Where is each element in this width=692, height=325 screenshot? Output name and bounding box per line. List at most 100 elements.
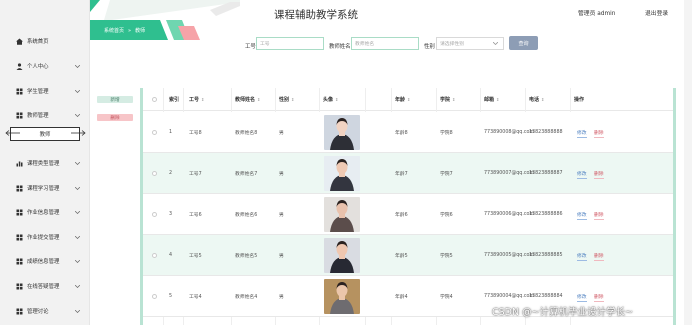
sidebar-item-3[interactable]: 学生管理 xyxy=(0,80,90,102)
delete-button[interactable]: 删除 xyxy=(594,211,604,220)
sidebar-item-6[interactable]: 课程学习管理 xyxy=(0,177,90,199)
job-no-input[interactable]: 工号 xyxy=(256,37,324,50)
chevron-down-icon xyxy=(75,284,80,288)
edit-button[interactable]: 修改 xyxy=(577,129,587,138)
column-header-gender[interactable]: 性别 ⇕ xyxy=(279,88,319,111)
page-scrollbar[interactable] xyxy=(684,0,692,325)
sidebar-item-8[interactable]: 作业提交管理 xyxy=(0,226,90,248)
home-icon xyxy=(16,38,23,45)
column-header-label: 邮箱 xyxy=(484,97,495,103)
arrow-left-icon xyxy=(5,130,20,136)
breadcrumb: 系统首页 » 教师 xyxy=(104,27,145,34)
sort-icon[interactable]: ⇕ xyxy=(452,97,455,102)
sidebar-item-4[interactable]: 教师管理 xyxy=(0,104,90,126)
sidebar-item-label: 成绩信息管理 xyxy=(27,259,60,265)
column-header-age[interactable]: 年龄 ⇕ xyxy=(395,88,435,111)
sort-icon[interactable]: ⇕ xyxy=(201,97,204,102)
breadcrumb-separator: » xyxy=(128,28,132,34)
cell-gender: 男 xyxy=(279,254,284,259)
teacher-table: 索引 工号 ⇕ 教师姓名 ⇕ 性别 ⇕ 头像 ⇕ 年龄 ⇕ 学院 ⇕ 邮箱 ⇕ 电话 ⇕ 操作 1 工号8 教师姓名8 男… xyxy=(140,88,676,325)
sidebar-item-1[interactable]: 系统首页 xyxy=(0,30,90,52)
teacher-avatar xyxy=(324,156,360,191)
column-header-label: 电话 xyxy=(529,97,540,103)
column-header-college[interactable]: 学院 ⇕ xyxy=(440,88,480,111)
row-checkbox[interactable] xyxy=(152,130,157,135)
grid-icon xyxy=(16,185,23,191)
chevron-down-icon xyxy=(75,186,80,190)
sort-icon[interactable]: ⇕ xyxy=(496,97,499,102)
sidebar-item-label: 课程类型管理 xyxy=(27,161,60,167)
cell-job-no: 工号7 xyxy=(189,172,202,177)
row-checkbox[interactable] xyxy=(152,212,157,217)
cell-phone: 13823888885 xyxy=(529,253,563,258)
cell-email: 773890005@qq.com xyxy=(484,253,535,258)
sidebar-item-10[interactable]: 在线答疑管理 xyxy=(0,275,90,297)
sidebar-item-label: 管理讨论 xyxy=(27,309,49,315)
grid-icon xyxy=(16,258,23,264)
delete-button[interactable]: 删除 xyxy=(594,170,604,179)
sidebar-item-9[interactable]: 成绩信息管理 xyxy=(0,250,90,272)
grid-icon xyxy=(16,283,23,289)
sidebar-item-label: 在线答疑管理 xyxy=(27,284,60,290)
chevron-down-icon xyxy=(75,309,80,313)
sort-icon[interactable]: ⇕ xyxy=(407,97,410,102)
cell-phone: 13823888888 xyxy=(529,130,563,135)
select-all-checkbox[interactable] xyxy=(152,97,157,102)
sort-icon[interactable]: ⇕ xyxy=(257,97,260,102)
gender-select[interactable]: 请选择性别 xyxy=(436,37,504,50)
add-button[interactable]: 新增 xyxy=(97,96,133,103)
row-checkbox[interactable] xyxy=(152,253,157,258)
edit-button[interactable]: 修改 xyxy=(577,252,587,261)
cell-gender: 男 xyxy=(279,213,284,218)
current-user-label: 管理员 admin xyxy=(578,11,616,17)
chevron-down-icon xyxy=(493,42,498,45)
sort-icon[interactable]: ⇕ xyxy=(541,97,544,102)
column-header-email[interactable]: 邮箱 ⇕ xyxy=(484,88,524,111)
cell-phone: 13823888887 xyxy=(529,171,563,176)
column-header-label: 头像 xyxy=(323,97,334,103)
sidebar-item-11[interactable]: 管理讨论 xyxy=(0,300,90,322)
delete-button[interactable]: 删除 xyxy=(594,252,604,261)
edit-button[interactable]: 修改 xyxy=(577,170,587,179)
grid-icon xyxy=(16,234,23,240)
breadcrumb-current: 教师 xyxy=(135,28,146,34)
sidebar: 系统首页个人中心学生管理教师管理课程类型管理课程学习管理作业信息管理作业提交管理… xyxy=(0,0,90,325)
sort-icon[interactable]: ⇕ xyxy=(335,97,338,102)
sidebar-item-label: 作业信息管理 xyxy=(27,210,60,216)
delete-button[interactable]: 删除 xyxy=(594,129,604,138)
table-row[interactable]: 1 工号8 教师姓名8 男年龄8 学院8 773890008@qq.com 13823888… xyxy=(143,112,673,153)
search-button[interactable]: 查询 xyxy=(509,36,538,50)
sidebar-item-7[interactable]: 作业信息管理 xyxy=(0,201,90,223)
table-row[interactable]: 3 工号6 教师姓名6 男年龄6 学院6 773890006@qq.com 13823888… xyxy=(143,194,673,235)
cell-job-no: 工号5 xyxy=(189,254,202,259)
sidebar-item-5[interactable]: 课程类型管理 xyxy=(0,152,90,174)
cell-college: 学院6 xyxy=(440,213,453,218)
column-header-label: 索引 xyxy=(169,97,180,103)
breadcrumb-home[interactable]: 系统首页 xyxy=(104,28,124,34)
sidebar-item-2[interactable]: 个人中心 xyxy=(0,55,90,77)
row-checkbox[interactable] xyxy=(152,171,157,176)
row-checkbox[interactable] xyxy=(152,294,157,299)
column-header-phone[interactable]: 电话 ⇕ xyxy=(529,88,569,111)
edit-button[interactable]: 修改 xyxy=(577,293,587,302)
cell-teacher-name: 教师姓名6 xyxy=(235,213,258,218)
cell-teacher-name: 教师姓名4 xyxy=(235,295,258,300)
table-row[interactable]: 2 工号7 教师姓名7 男年龄7 学院7 773890007@qq.com 13823888… xyxy=(143,153,673,194)
logout-link[interactable]: 退出登录 xyxy=(645,8,668,17)
edit-button[interactable]: 修改 xyxy=(577,211,587,220)
column-header-teacher-name[interactable]: 教师姓名 ⇕ xyxy=(235,88,275,111)
delete-button[interactable]: 删除 xyxy=(594,293,604,302)
cell-email: 773890008@qq.com xyxy=(484,130,535,135)
table-header: 索引 工号 ⇕ 教师姓名 ⇕ 性别 ⇕ 头像 ⇕ 年龄 ⇕ 学院 ⇕ 邮箱 ⇕ 电话 ⇕ 操作 xyxy=(143,88,673,111)
sort-icon[interactable]: ⇕ xyxy=(291,97,294,102)
column-header-photo[interactable]: 头像 ⇕ xyxy=(323,88,363,111)
table-row[interactable]: 4 工号5 教师姓名5 男年龄5 学院5 773890005@qq.com 13823888… xyxy=(143,235,673,276)
batch-delete-button[interactable]: 删除 xyxy=(97,114,133,121)
column-header-label: 性别 xyxy=(279,97,290,103)
csdn-watermark: CSDN @~计算机毕业设计学长~ xyxy=(492,307,634,318)
cell-gender: 男 xyxy=(279,172,284,177)
column-header-job-no[interactable]: 工号 ⇕ xyxy=(189,88,229,111)
sidebar-item-label: 教师管理 xyxy=(27,113,49,119)
teacher-name-input[interactable]: 教师姓名 xyxy=(351,37,419,50)
teacher-avatar xyxy=(324,279,360,314)
